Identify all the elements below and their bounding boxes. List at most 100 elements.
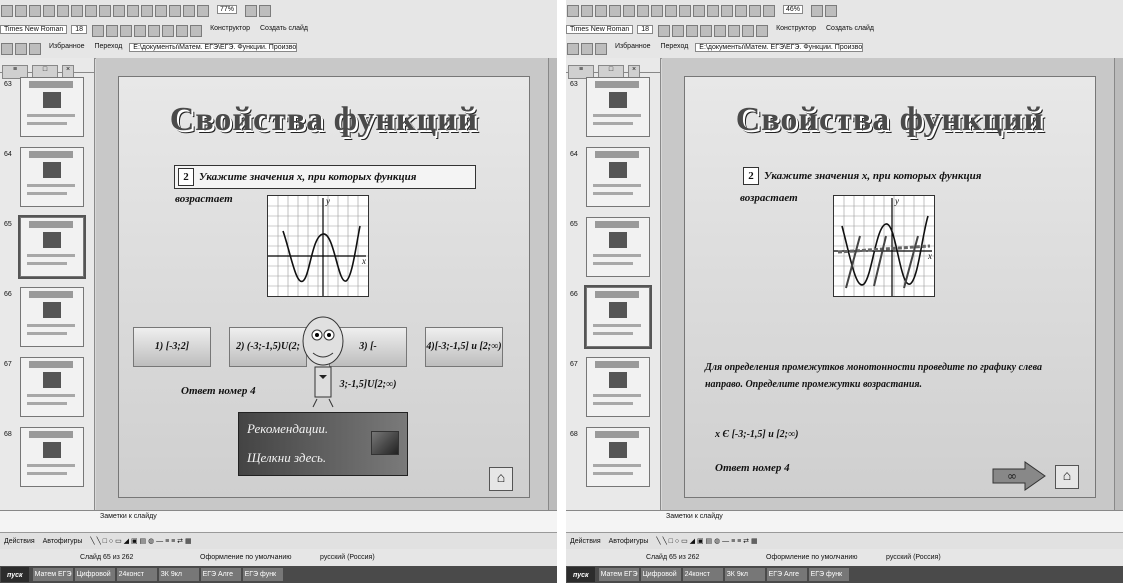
option-1-button[interactable]: 1) [-3;2]: [133, 327, 211, 367]
taskbar-item[interactable]: ЗК 9кл: [158, 568, 199, 581]
paste-icon[interactable]: [679, 5, 691, 17]
taskbar-item[interactable]: ЕГЭ функ: [808, 568, 849, 581]
slide-thumbnail-selected[interactable]: 65: [0, 213, 94, 283]
back-icon[interactable]: [1, 43, 13, 55]
designer-button[interactable]: Конструктор: [207, 25, 253, 32]
taskbar-item[interactable]: 24конст: [682, 568, 723, 581]
copy-icon[interactable]: [665, 5, 677, 17]
font-name-select[interactable]: Times New Roman: [0, 25, 68, 34]
actions-menu[interactable]: Действия: [4, 538, 35, 545]
forward-icon[interactable]: [15, 43, 27, 55]
address-field[interactable]: E:\документы\Матем. ЕГЭ\ЕГЭ. Функции. Пр…: [129, 43, 298, 52]
favorites-menu[interactable]: Избранное: [46, 43, 87, 50]
preview-icon[interactable]: [623, 5, 635, 17]
start-button[interactable]: пуск: [567, 567, 595, 582]
new-slide-button[interactable]: Создать слайд: [823, 25, 877, 32]
option-4-button[interactable]: 4)[-3;-1,5] и [2;∞): [425, 327, 503, 367]
recommendations-button[interactable]: Рекомендации. Щелкни здесь.: [238, 412, 408, 476]
slide-thumbnail[interactable]: 67: [566, 353, 660, 423]
taskbar-item[interactable]: ЕГЭ функ: [242, 568, 283, 581]
help-icon[interactable]: [811, 5, 824, 17]
refresh-icon[interactable]: [595, 43, 607, 55]
notes-pane[interactable]: Заметки к слайду: [0, 510, 557, 532]
bold-icon[interactable]: [658, 25, 671, 37]
italic-icon[interactable]: [672, 25, 685, 37]
grid-icon[interactable]: [183, 5, 195, 17]
paste-icon[interactable]: [113, 5, 125, 17]
font-name-select[interactable]: Times New Roman: [566, 25, 634, 34]
table-icon[interactable]: [735, 5, 747, 17]
autoshapes-menu[interactable]: Автофигуры: [609, 538, 649, 545]
symbol-icon[interactable]: [259, 5, 272, 17]
vertical-scrollbar[interactable]: [548, 58, 557, 510]
taskbar-item[interactable]: ЕГЭ Алге: [766, 568, 807, 581]
slide-thumbnail[interactable]: 64: [0, 143, 94, 213]
new-icon[interactable]: [1, 5, 13, 17]
underline-icon[interactable]: [120, 25, 133, 37]
autoshapes-menu[interactable]: Автофигуры: [43, 538, 83, 545]
slide-thumbnail[interactable]: 64: [566, 143, 660, 213]
font-size-select[interactable]: 18: [71, 25, 88, 34]
next-arrow-icon[interactable]: ∞: [991, 461, 1047, 491]
home-icon[interactable]: ⌂: [489, 467, 513, 491]
bullets-icon[interactable]: [176, 25, 189, 37]
cut-icon[interactable]: [651, 5, 663, 17]
vertical-scrollbar[interactable]: [1114, 58, 1123, 510]
redo-icon[interactable]: [141, 5, 153, 17]
open-icon[interactable]: [581, 5, 593, 17]
help-icon[interactable]: [245, 5, 258, 17]
task-textbox[interactable]: 2 Укажите значения х, при которых функция…: [740, 165, 1040, 204]
slide-thumbnail[interactable]: 63: [0, 73, 94, 143]
italic-icon[interactable]: [106, 25, 119, 37]
table-icon[interactable]: [169, 5, 181, 17]
slide-thumbnail[interactable]: 66: [0, 283, 94, 353]
align-left-icon[interactable]: [134, 25, 147, 37]
slide-thumbnail-selected[interactable]: 66: [566, 283, 660, 353]
grid-icon[interactable]: [749, 5, 761, 17]
undo-icon[interactable]: [693, 5, 705, 17]
slide-thumbnail[interactable]: 68: [0, 423, 94, 493]
font-size-select[interactable]: 18: [637, 25, 654, 34]
slide-thumbnail[interactable]: 68: [566, 423, 660, 493]
symbol-icon[interactable]: [825, 5, 838, 17]
favorites-menu[interactable]: Избранное: [612, 43, 653, 50]
preview-icon[interactable]: [57, 5, 69, 17]
goto-menu[interactable]: Переход: [91, 43, 125, 50]
chart-icon[interactable]: [721, 5, 733, 17]
zoom-select[interactable]: 46%: [783, 5, 804, 14]
actions-menu[interactable]: Действия: [570, 538, 601, 545]
zoom-select[interactable]: 77%: [217, 5, 238, 14]
cut-icon[interactable]: [85, 5, 97, 17]
new-slide-button[interactable]: Создать слайд: [257, 25, 311, 32]
redo-icon[interactable]: [707, 5, 719, 17]
bullets-icon[interactable]: [742, 25, 755, 37]
taskbar-item[interactable]: ЕГЭ Алге: [200, 568, 241, 581]
align-center-icon[interactable]: [148, 25, 161, 37]
align-right-icon[interactable]: [728, 25, 741, 37]
color-icon[interactable]: [197, 5, 209, 17]
open-icon[interactable]: [15, 5, 27, 17]
taskbar-item[interactable]: Матем ЕГЭ: [32, 568, 73, 581]
slide-thumbnail[interactable]: 67: [0, 353, 94, 423]
start-button[interactable]: пуск: [1, 567, 29, 582]
bold-icon[interactable]: [92, 25, 105, 37]
back-icon[interactable]: [567, 43, 579, 55]
slide-thumbnail[interactable]: 63: [566, 73, 660, 143]
spelling-icon[interactable]: [71, 5, 83, 17]
font-color-icon[interactable]: [190, 25, 203, 37]
new-icon[interactable]: [567, 5, 579, 17]
notes-pane[interactable]: Заметки к слайду: [566, 510, 1123, 532]
align-left-icon[interactable]: [700, 25, 713, 37]
align-right-icon[interactable]: [162, 25, 175, 37]
font-color-icon[interactable]: [756, 25, 769, 37]
copy-icon[interactable]: [99, 5, 111, 17]
save-icon[interactable]: [595, 5, 607, 17]
color-icon[interactable]: [763, 5, 775, 17]
task-textbox[interactable]: 2 Укажите значения х, при которых функция…: [174, 165, 476, 205]
underline-icon[interactable]: [686, 25, 699, 37]
taskbar-item[interactable]: Матем ЕГЭ: [598, 568, 639, 581]
home-icon[interactable]: ⌂: [1055, 465, 1079, 489]
print-icon[interactable]: [609, 5, 621, 17]
forward-icon[interactable]: [581, 43, 593, 55]
taskbar-item[interactable]: ЗК 9кл: [724, 568, 765, 581]
